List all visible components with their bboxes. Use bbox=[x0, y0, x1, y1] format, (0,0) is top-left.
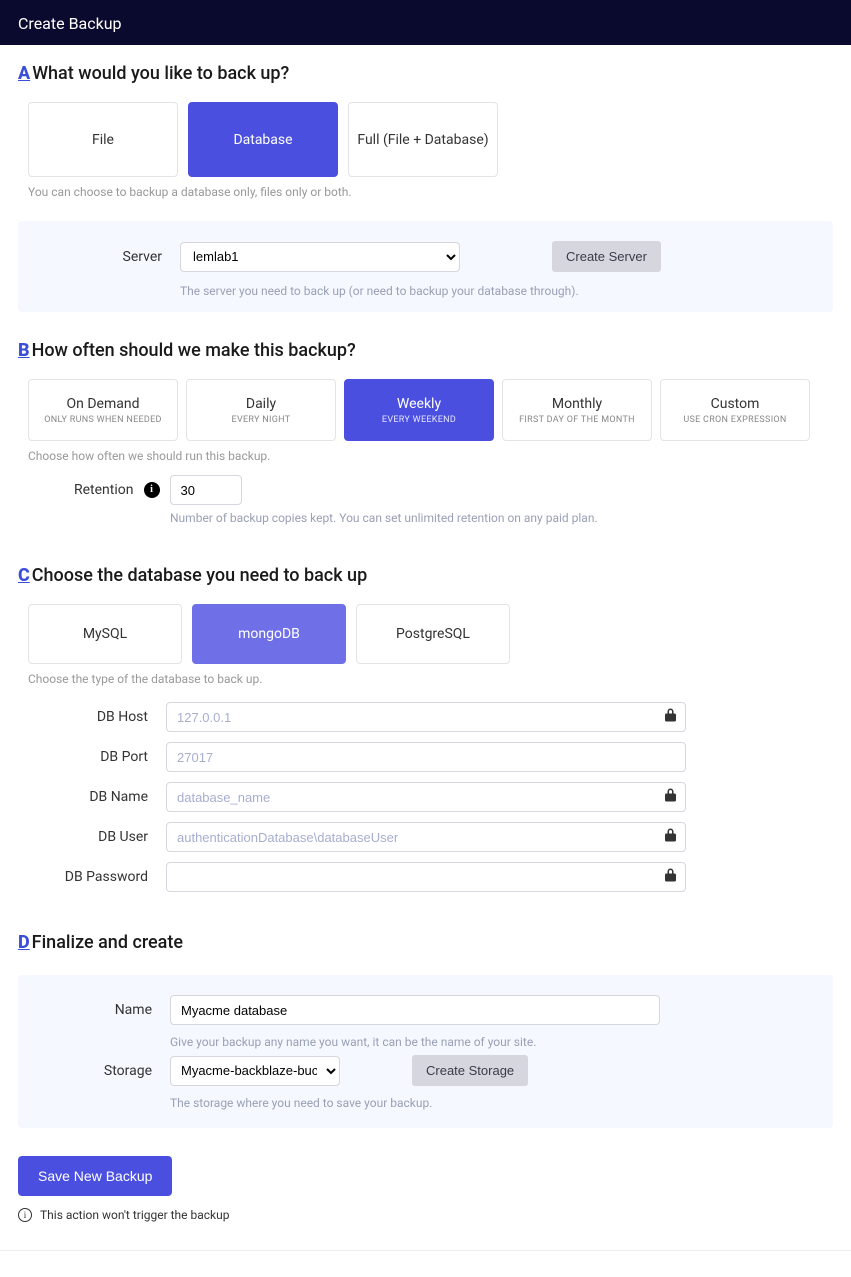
step-c: C Choose the database you need to back u… bbox=[18, 565, 833, 892]
storage-select[interactable]: Myacme-backblaze-bucket bbox=[170, 1056, 340, 1086]
step-a-letter: A bbox=[18, 63, 30, 84]
db-port-input[interactable] bbox=[166, 742, 686, 772]
lock-icon bbox=[665, 869, 676, 886]
backup-type-database[interactable]: Database bbox=[188, 102, 338, 177]
step-c-help: Choose the type of the database to back … bbox=[28, 672, 833, 686]
header-title: Create Backup bbox=[18, 14, 122, 33]
freq-monthly[interactable]: Monthly FIRST DAY OF THE MONTH bbox=[502, 379, 652, 441]
card-label: File bbox=[92, 132, 114, 148]
create-storage-button[interactable]: Create Storage bbox=[412, 1055, 528, 1086]
create-server-button[interactable]: Create Server bbox=[552, 241, 661, 272]
storage-help: The storage where you need to save your … bbox=[170, 1096, 432, 1110]
server-panel: Server lemlab1 Create Server The server … bbox=[18, 221, 833, 312]
db-host-label: DB Host bbox=[18, 709, 148, 725]
backup-type-full[interactable]: Full (File + Database) bbox=[348, 102, 498, 177]
step-c-letter: C bbox=[18, 565, 30, 586]
db-host-input[interactable] bbox=[166, 702, 686, 732]
step-a-head: A What would you like to back up? bbox=[18, 63, 833, 84]
step-d: D Finalize and create Name Give your bac… bbox=[18, 932, 833, 1128]
name-label: Name bbox=[32, 1002, 152, 1018]
lock-icon bbox=[665, 789, 676, 806]
backup-name-input[interactable] bbox=[170, 995, 660, 1025]
freq-daily[interactable]: Daily EVERY NIGHT bbox=[186, 379, 336, 441]
server-select[interactable]: lemlab1 bbox=[180, 242, 460, 272]
step-b-help: Choose how often we should run this back… bbox=[28, 449, 833, 463]
db-name-input[interactable] bbox=[166, 782, 686, 812]
card-label: Full (File + Database) bbox=[357, 132, 488, 148]
step-b-letter: B bbox=[18, 340, 30, 361]
db-password-label: DB Password bbox=[18, 869, 148, 885]
lock-icon bbox=[665, 709, 676, 726]
info-circle-icon: i bbox=[18, 1208, 32, 1222]
step-a: A What would you like to back up? File D… bbox=[18, 63, 833, 312]
step-a-title: What would you like to back up? bbox=[32, 63, 289, 84]
finalize-panel: Name Give your backup any name you want,… bbox=[18, 975, 833, 1128]
step-d-title: Finalize and create bbox=[32, 932, 183, 953]
db-type-mysql[interactable]: MySQL bbox=[28, 604, 182, 664]
retention-input[interactable] bbox=[170, 475, 242, 505]
action-note: i This action won't trigger the backup bbox=[18, 1208, 833, 1222]
name-help: Give your backup any name you want, it c… bbox=[170, 1035, 536, 1049]
server-help: The server you need to back up (or need … bbox=[180, 284, 579, 298]
server-label: Server bbox=[32, 249, 162, 265]
card-label: Database bbox=[233, 132, 292, 148]
db-type-postgresql[interactable]: PostgreSQL bbox=[356, 604, 510, 664]
info-icon[interactable]: i bbox=[144, 482, 160, 498]
step-b: B How often should we make this backup? … bbox=[18, 340, 833, 525]
freq-on-demand[interactable]: On Demand ONLY RUNS WHEN NEEDED bbox=[28, 379, 178, 441]
freq-weekly[interactable]: Weekly EVERY WEEKEND bbox=[344, 379, 494, 441]
backup-type-file[interactable]: File bbox=[28, 102, 178, 177]
freq-custom[interactable]: Custom USE CRON EXPRESSION bbox=[660, 379, 810, 441]
page-header: Create Backup bbox=[0, 0, 851, 45]
step-c-title: Choose the database you need to back up bbox=[32, 565, 367, 586]
step-d-letter: D bbox=[18, 932, 30, 953]
db-user-label: DB User bbox=[18, 829, 148, 845]
db-type-mongodb[interactable]: mongoDB bbox=[192, 604, 346, 664]
db-port-label: DB Port bbox=[18, 749, 148, 765]
retention-help: Number of backup copies kept. You can se… bbox=[170, 511, 833, 525]
storage-label: Storage bbox=[32, 1063, 152, 1079]
step-b-title: How often should we make this backup? bbox=[32, 340, 356, 361]
step-a-help: You can choose to backup a database only… bbox=[28, 185, 833, 199]
lock-icon bbox=[665, 829, 676, 846]
save-new-backup-button[interactable]: Save New Backup bbox=[18, 1156, 172, 1196]
retention-label: Retention bbox=[74, 482, 134, 498]
db-name-label: DB Name bbox=[18, 789, 148, 805]
db-user-input[interactable] bbox=[166, 822, 686, 852]
db-password-input[interactable] bbox=[166, 862, 686, 892]
